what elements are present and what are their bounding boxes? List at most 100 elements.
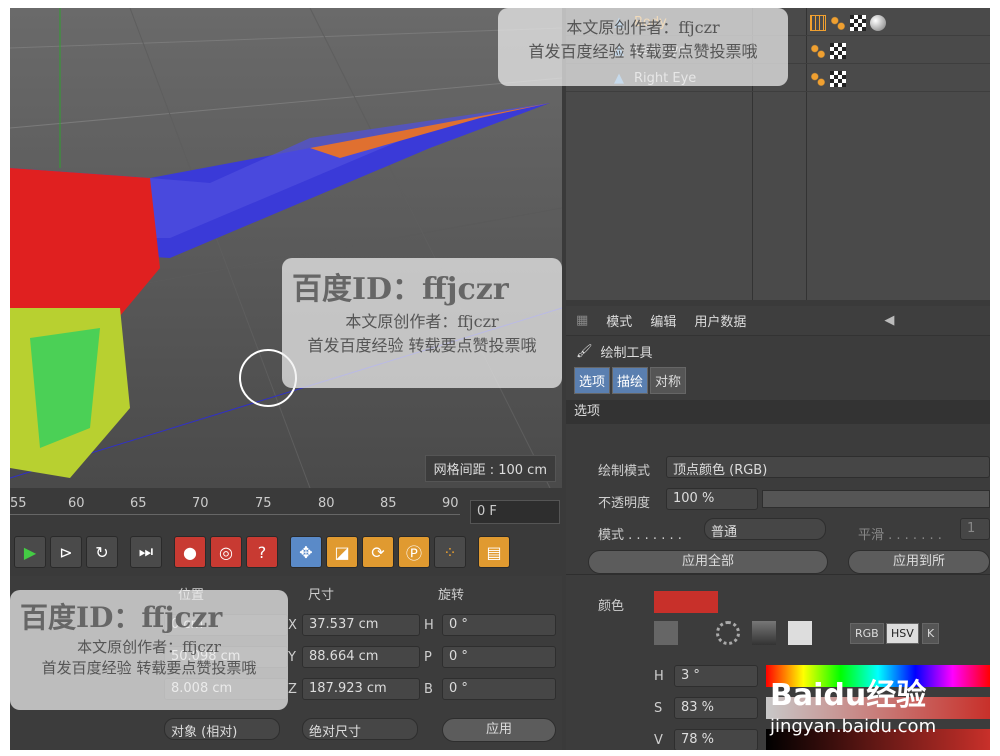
saturation-label: S	[654, 701, 663, 716]
tool-title: 绘制工具	[600, 345, 653, 361]
vertex-map-tag-icon[interactable]	[810, 14, 826, 31]
size-mode-select[interactable]: 绝对尺寸	[302, 718, 418, 740]
kelvin-mode-button[interactable]: K	[922, 623, 940, 644]
paint-tool-icon: 🖌	[576, 343, 593, 359]
object-row-body[interactable]: ▲ Body	[566, 10, 990, 36]
tick-label: 80	[318, 496, 335, 511]
goto-end-icon[interactable]: ⏭	[130, 536, 162, 568]
film-icon[interactable]: ▤	[478, 536, 510, 568]
keyframe-help-icon[interactable]: ?	[246, 536, 278, 568]
object-row-right-eye[interactable]: ▲ Right Eye	[566, 66, 990, 92]
tab-paint[interactable]: 描绘	[612, 366, 649, 394]
swatch-picker-icon[interactable]	[654, 621, 678, 645]
saturation-input[interactable]: 83 %	[674, 697, 758, 719]
rgb-mode-button[interactable]: RGB	[850, 623, 884, 644]
hue-label: H	[654, 669, 664, 684]
material-tag-icon[interactable]	[870, 14, 886, 31]
size-x-label: X	[288, 618, 297, 633]
tick-label: 75	[255, 496, 272, 511]
object-manager: ▲ Body ▲ Left Eye ▲ Right Eye	[566, 8, 990, 300]
position-z-input[interactable]: 8.008 cm	[164, 678, 288, 700]
play-icon[interactable]: ▶	[14, 536, 46, 568]
tick-label: 55	[10, 496, 27, 511]
record-key-icon[interactable]: ●	[174, 536, 206, 568]
timeline[interactable]: 55 60 65 70 75 80 85 90 0 F	[10, 492, 562, 532]
object-name: Left Eye	[634, 43, 687, 58]
spectrum-icon[interactable]	[752, 621, 776, 645]
menu-edit[interactable]: 编辑	[650, 311, 676, 330]
section-options: 选项	[566, 400, 990, 424]
param-key-icon[interactable]: Ⓟ	[398, 536, 430, 568]
rotation-b-label: B	[424, 682, 433, 697]
mode-select[interactable]: 普通	[704, 518, 826, 540]
rotation-header: 旋转	[438, 588, 465, 603]
joint-icon: ▲	[614, 15, 624, 30]
coordinates-manager: 位置 尺寸 旋转 0 cm 50.098 cm 8.008 cm X Y Z 3…	[10, 576, 562, 750]
weight-tag-icon[interactable]	[810, 42, 826, 59]
rotation-p-input[interactable]: 0 °	[442, 646, 556, 668]
size-y-input[interactable]: 88.664 cm	[302, 646, 420, 668]
size-x-input[interactable]: 37.537 cm	[302, 614, 420, 636]
value-input[interactable]: 78 %	[674, 729, 758, 750]
tab-options[interactable]: 选项	[574, 366, 611, 394]
move-key-icon[interactable]: ✥	[290, 536, 322, 568]
apply-to-button[interactable]: 应用到所	[848, 550, 990, 574]
rotation-h-input[interactable]: 0 °	[442, 614, 556, 636]
opacity-input[interactable]: 100 %	[666, 488, 758, 510]
color-wheel-icon[interactable]	[716, 621, 740, 645]
tick-label: 70	[192, 496, 209, 511]
opacity-label: 不透明度	[598, 496, 651, 511]
loop-icon[interactable]: ↻	[86, 536, 118, 568]
next-frame-icon[interactable]: ⊳	[50, 536, 82, 568]
mode-label: 模式 . . . . . . .	[598, 528, 682, 543]
menu-userdata[interactable]: 用户数据	[694, 311, 746, 330]
apply-button[interactable]: 应用	[442, 718, 556, 742]
uvw-tag-icon[interactable]	[850, 14, 866, 31]
uvw-tag-icon[interactable]	[830, 42, 846, 59]
scale-key-icon[interactable]: ◪	[326, 536, 358, 568]
value-slider[interactable]	[766, 729, 990, 750]
image-icon[interactable]	[788, 621, 812, 645]
tool-header: 🖌 绘制工具	[566, 336, 990, 366]
rotate-key-icon[interactable]: ⟳	[362, 536, 394, 568]
hue-input[interactable]: 3 °	[674, 665, 758, 687]
viewport-canvas	[10, 8, 562, 488]
hue-slider[interactable]	[766, 665, 990, 687]
paint-mode-select[interactable]: 顶点颜色 (RGB)	[666, 456, 990, 478]
tick-label: 60	[68, 496, 85, 511]
position-header: 位置	[178, 588, 205, 603]
size-y-label: Y	[288, 650, 296, 665]
current-frame-input[interactable]: 0 F	[470, 500, 560, 524]
value-label: V	[654, 733, 663, 748]
back-arrow-icon[interactable]: ◀	[884, 313, 894, 328]
apply-all-button[interactable]: 应用全部	[588, 550, 828, 574]
attribute-tabs: 选项 描绘 对称	[566, 366, 990, 394]
object-mode-select[interactable]: 对象 (相对)	[164, 718, 280, 740]
weight-tag-icon[interactable]	[830, 14, 846, 31]
object-row-left-eye[interactable]: ▲ Left Eye	[566, 38, 990, 64]
joint-icon: ▲	[614, 43, 624, 58]
opacity-slider[interactable]	[762, 490, 990, 508]
app-window: 网格间距 : 100 cm ▲ Body ▲ Left Eye ▲ Right …	[10, 8, 990, 750]
size-z-input[interactable]: 187.923 cm	[302, 678, 420, 700]
weight-tag-icon[interactable]	[810, 70, 826, 87]
position-y-input[interactable]: 50.098 cm	[164, 646, 288, 668]
saturation-slider[interactable]	[766, 697, 990, 719]
pla-key-icon[interactable]: ⁘	[434, 536, 466, 568]
transport-bar: ▶ ⊳ ↻ ⏭ ● ◎ ? ✥ ◪ ⟳ Ⓟ ⁘ ▤	[10, 532, 562, 572]
tab-symmetry[interactable]: 对称	[650, 366, 687, 394]
color-panel: 颜色 RGB HSV K H 3 ° S 83 % V 78 %	[566, 574, 990, 750]
grip-icon: ▦	[576, 313, 589, 328]
hsv-mode-button[interactable]: HSV	[886, 623, 919, 644]
color-swatch[interactable]	[654, 591, 718, 613]
3d-viewport[interactable]: 网格间距 : 100 cm	[10, 8, 562, 488]
position-x-input[interactable]: 0 cm	[164, 614, 288, 636]
autokey-icon[interactable]: ◎	[210, 536, 242, 568]
paint-mode-label: 绘制模式	[598, 464, 651, 479]
attribute-menubar: ▦ 模式 编辑 用户数据 ◀	[566, 306, 990, 336]
rotation-b-input[interactable]: 0 °	[442, 678, 556, 700]
menu-mode[interactable]: 模式	[606, 311, 632, 330]
smooth-input[interactable]: 1	[960, 518, 990, 540]
tick-label: 85	[380, 496, 397, 511]
uvw-tag-icon[interactable]	[830, 70, 846, 87]
